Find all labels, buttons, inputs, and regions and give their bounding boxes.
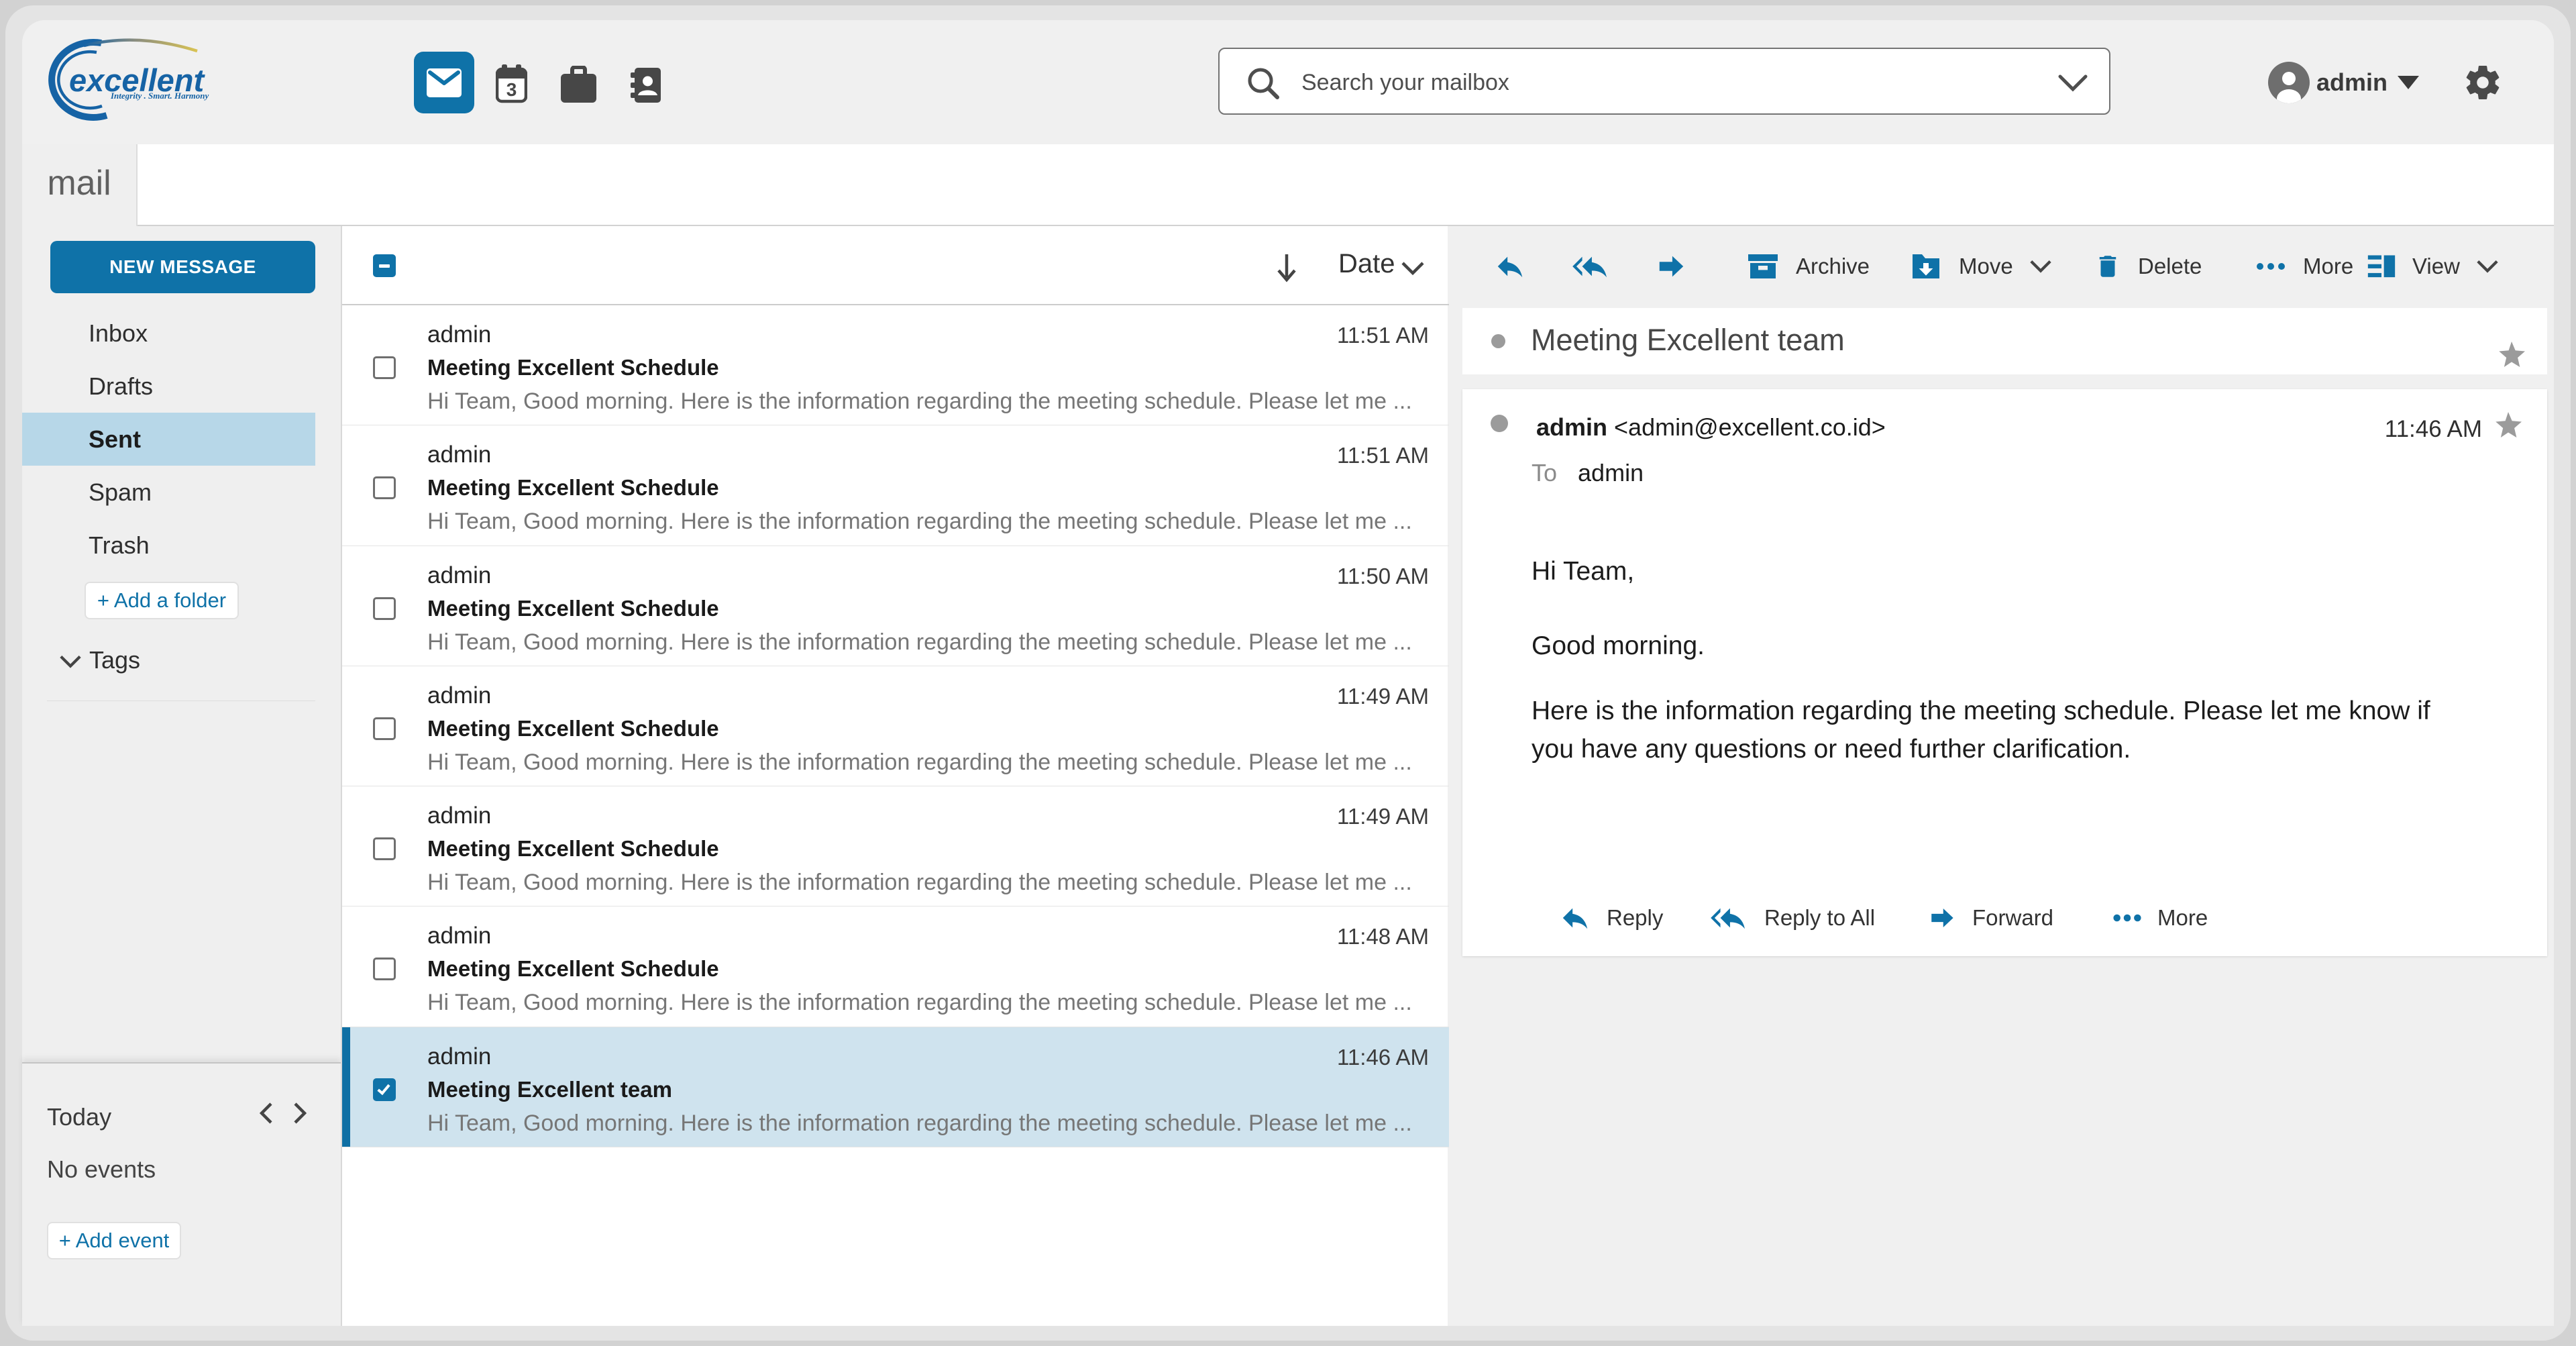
svg-text:3: 3 — [506, 79, 517, 100]
svg-text:Integrity . Smart. Harmony: Integrity . Smart. Harmony — [110, 91, 209, 101]
